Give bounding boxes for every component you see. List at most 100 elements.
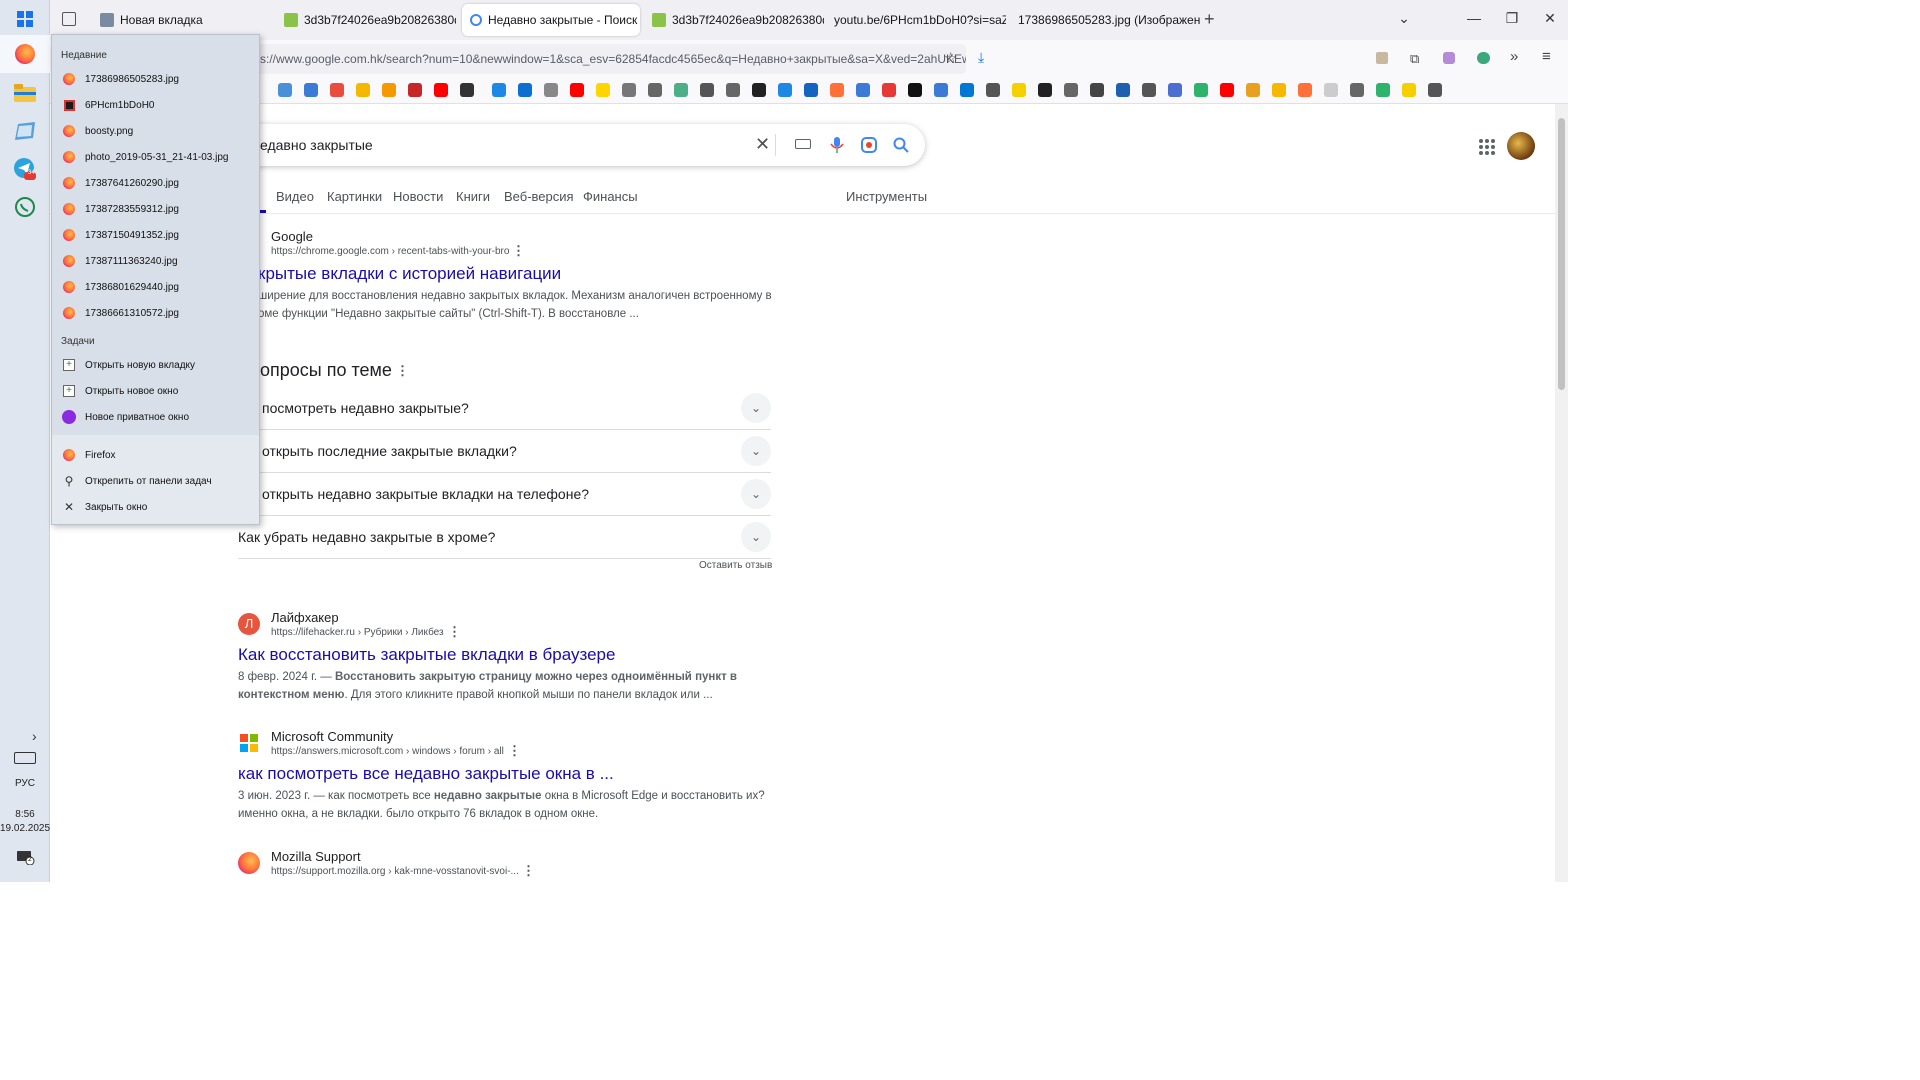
downloads-icon[interactable]: ⤓ <box>978 49 984 66</box>
tab-finance[interactable]: Финансы <box>583 189 638 204</box>
bookmark-icon[interactable] <box>1116 83 1130 97</box>
bookmark-icon[interactable] <box>460 83 474 97</box>
bookmark-icon[interactable] <box>752 83 766 97</box>
more-options-icon[interactable]: ⋮ <box>448 624 461 640</box>
bookmark-icon[interactable] <box>1194 83 1208 97</box>
clear-search-icon[interactable]: ✕ <box>755 134 773 154</box>
extension-clipboard-icon[interactable] <box>1376 52 1388 64</box>
youtube-bookmark-icon[interactable] <box>434 83 448 97</box>
bookmark-icon[interactable] <box>1090 83 1104 97</box>
bookmark-icon[interactable] <box>622 83 636 97</box>
result-title[interactable]: как посмотреть все недавно закрытые окна… <box>238 764 614 784</box>
chevron-down-icon[interactable]: ⌄ <box>741 479 771 509</box>
bookmark-icon[interactable] <box>1246 83 1260 97</box>
tab-news[interactable]: Новости <box>393 189 443 204</box>
jumplist-recent-item[interactable]: 6PHcm1bDoH0 <box>52 92 259 118</box>
more-options-icon[interactable]: ⋮ <box>522 863 535 879</box>
bookmark-icon[interactable] <box>1012 83 1026 97</box>
tab-new-tab[interactable]: Новая вкладка <box>92 4 272 36</box>
bookmark-icon[interactable] <box>934 83 948 97</box>
jumplist-task-private-window[interactable]: Новое приватное окно <box>52 404 259 430</box>
youtube-bookmark-icon[interactable] <box>570 83 584 97</box>
tab-web[interactable]: Веб-версия <box>504 189 574 204</box>
folder-bookmark-icon[interactable] <box>648 83 662 97</box>
search-icon[interactable] <box>892 136 910 154</box>
tools-button[interactable]: Инструменты <box>846 189 927 204</box>
show-hidden-icons-chevron-icon[interactable]: › <box>32 728 37 744</box>
folder-bookmark-icon[interactable] <box>726 83 740 97</box>
bookmark-icon[interactable] <box>382 83 396 97</box>
bookmark-icon[interactable] <box>1168 83 1182 97</box>
jumplist-recent-item[interactable]: 17386801629440.jpg <box>52 274 259 300</box>
result-title[interactable]: Как восстановить закрытые вкладки в брау… <box>238 645 615 665</box>
more-options-icon[interactable]: ⋮ <box>512 243 525 259</box>
youtube-bookmark-icon[interactable] <box>1220 83 1234 97</box>
jumplist-recent-item[interactable]: boosty.png <box>52 118 259 144</box>
paa-question[interactable]: открыть недавно закрытые вкладки на теле… <box>238 473 771 516</box>
bookmark-icon[interactable] <box>304 83 318 97</box>
search-input[interactable]: едавно закрытые <box>260 137 373 153</box>
page-scrollbar[interactable] <box>1555 104 1568 882</box>
bookmark-icon[interactable] <box>544 83 558 97</box>
search-box[interactable]: едавно закрытые ✕ <box>200 124 925 166</box>
globe-bookmark-icon[interactable] <box>700 83 714 97</box>
bookmark-icon[interactable] <box>856 83 870 97</box>
result-url[interactable]: https://chrome.google.com › recent-tabs-… <box>271 246 509 257</box>
bookmark-icon[interactable] <box>908 83 922 97</box>
bookmark-star-icon[interactable]: ☆ <box>944 49 957 67</box>
scrollbar-thumb[interactable] <box>1558 118 1565 390</box>
chevron-down-icon[interactable]: ⌄ <box>741 522 771 552</box>
taskbar-telegram[interactable]: 34 <box>0 150 50 188</box>
overflow-chevron-icon[interactable]: » <box>1510 48 1518 65</box>
tab-image-2[interactable]: 3d3b7f24026ea9b20826380d1029 <box>644 4 824 36</box>
bookmark-icon[interactable] <box>1402 83 1416 97</box>
jumplist-task-new-window[interactable]: + Открыть новое окно <box>52 378 259 404</box>
firefox-view-icon[interactable] <box>62 12 76 26</box>
language-indicator[interactable]: РУС <box>0 778 50 789</box>
bookmark-icon[interactable] <box>278 83 292 97</box>
jumplist-open-firefox[interactable]: Firefox <box>52 442 259 468</box>
taskbar-explorer[interactable] <box>0 74 50 112</box>
feedback-link[interactable]: Оставить отзыв <box>699 560 772 571</box>
close-window-icon[interactable]: ✕ <box>1530 10 1570 27</box>
result-url[interactable]: https://lifehacker.ru › Рубрики › Ликбез <box>271 627 444 638</box>
bookmark-icon[interactable] <box>596 83 610 97</box>
jumplist-unpin[interactable]: ⚲ Открепить от панели задач <box>52 468 259 494</box>
result-url[interactable]: https://support.mozilla.org › kak-mne-vo… <box>271 866 519 877</box>
jumplist-recent-item[interactable]: 17387283559312.jpg <box>52 196 259 222</box>
globe-bookmark-icon[interactable] <box>986 83 1000 97</box>
jumplist-recent-item[interactable]: 17387150491352.jpg <box>52 222 259 248</box>
bookmark-icon[interactable] <box>330 83 344 97</box>
tab-images[interactable]: Картинки <box>327 189 382 204</box>
tab-video[interactable]: Видео <box>276 189 314 204</box>
bookmark-icon[interactable] <box>1272 83 1286 97</box>
taskbar-app-notes[interactable] <box>0 112 50 150</box>
minimize-icon[interactable]: — <box>1454 10 1494 26</box>
list-all-tabs-chevron-icon[interactable]: ⌄ <box>1384 10 1424 27</box>
folder-bookmark-icon[interactable] <box>1350 83 1364 97</box>
result-title[interactable]: крытые вкладки с историей навигации <box>258 264 561 284</box>
new-tab-plus-icon[interactable]: + <box>1204 9 1215 30</box>
bookmark-icon[interactable] <box>882 83 896 97</box>
firefox-bookmark-icon[interactable] <box>830 83 844 97</box>
result-url[interactable]: https://answers.microsoft.com › windows … <box>271 746 504 757</box>
bookmark-icon[interactable] <box>356 83 370 97</box>
jumplist-recent-item[interactable]: 17387111363240.jpg <box>52 248 259 274</box>
bookmark-icon[interactable] <box>408 83 422 97</box>
keyboard-icon[interactable] <box>795 139 811 149</box>
chevron-down-icon[interactable]: ⌄ <box>741 393 771 423</box>
clock[interactable]: 8:56 19.02.2025 <box>0 808 50 836</box>
touch-keyboard-icon[interactable] <box>14 752 36 764</box>
paa-question[interactable]: открыть последние закрытые вкладки? ⌄ <box>238 430 771 473</box>
microphone-icon[interactable] <box>828 136 846 154</box>
start-button[interactable] <box>0 0 50 38</box>
bookmark-icon[interactable] <box>674 83 688 97</box>
tab-youtube[interactable]: youtu.be/6PHcm1bDoH0?si=saZIU_j7V <box>826 4 1006 36</box>
jumplist-recent-item[interactable]: 17387641260290.jpg <box>52 170 259 196</box>
tab-books[interactable]: Книги <box>456 189 490 204</box>
paa-question[interactable]: посмотреть недавно закрытые? ⌄ <box>238 387 771 430</box>
paa-question[interactable]: Как убрать недавно закрытые в хроме? ⌄ <box>238 516 771 559</box>
jumplist-recent-item[interactable]: 17386661310572.jpg <box>52 300 259 326</box>
bookmark-icon[interactable] <box>1376 83 1390 97</box>
folder-bookmark-icon[interactable] <box>1064 83 1078 97</box>
